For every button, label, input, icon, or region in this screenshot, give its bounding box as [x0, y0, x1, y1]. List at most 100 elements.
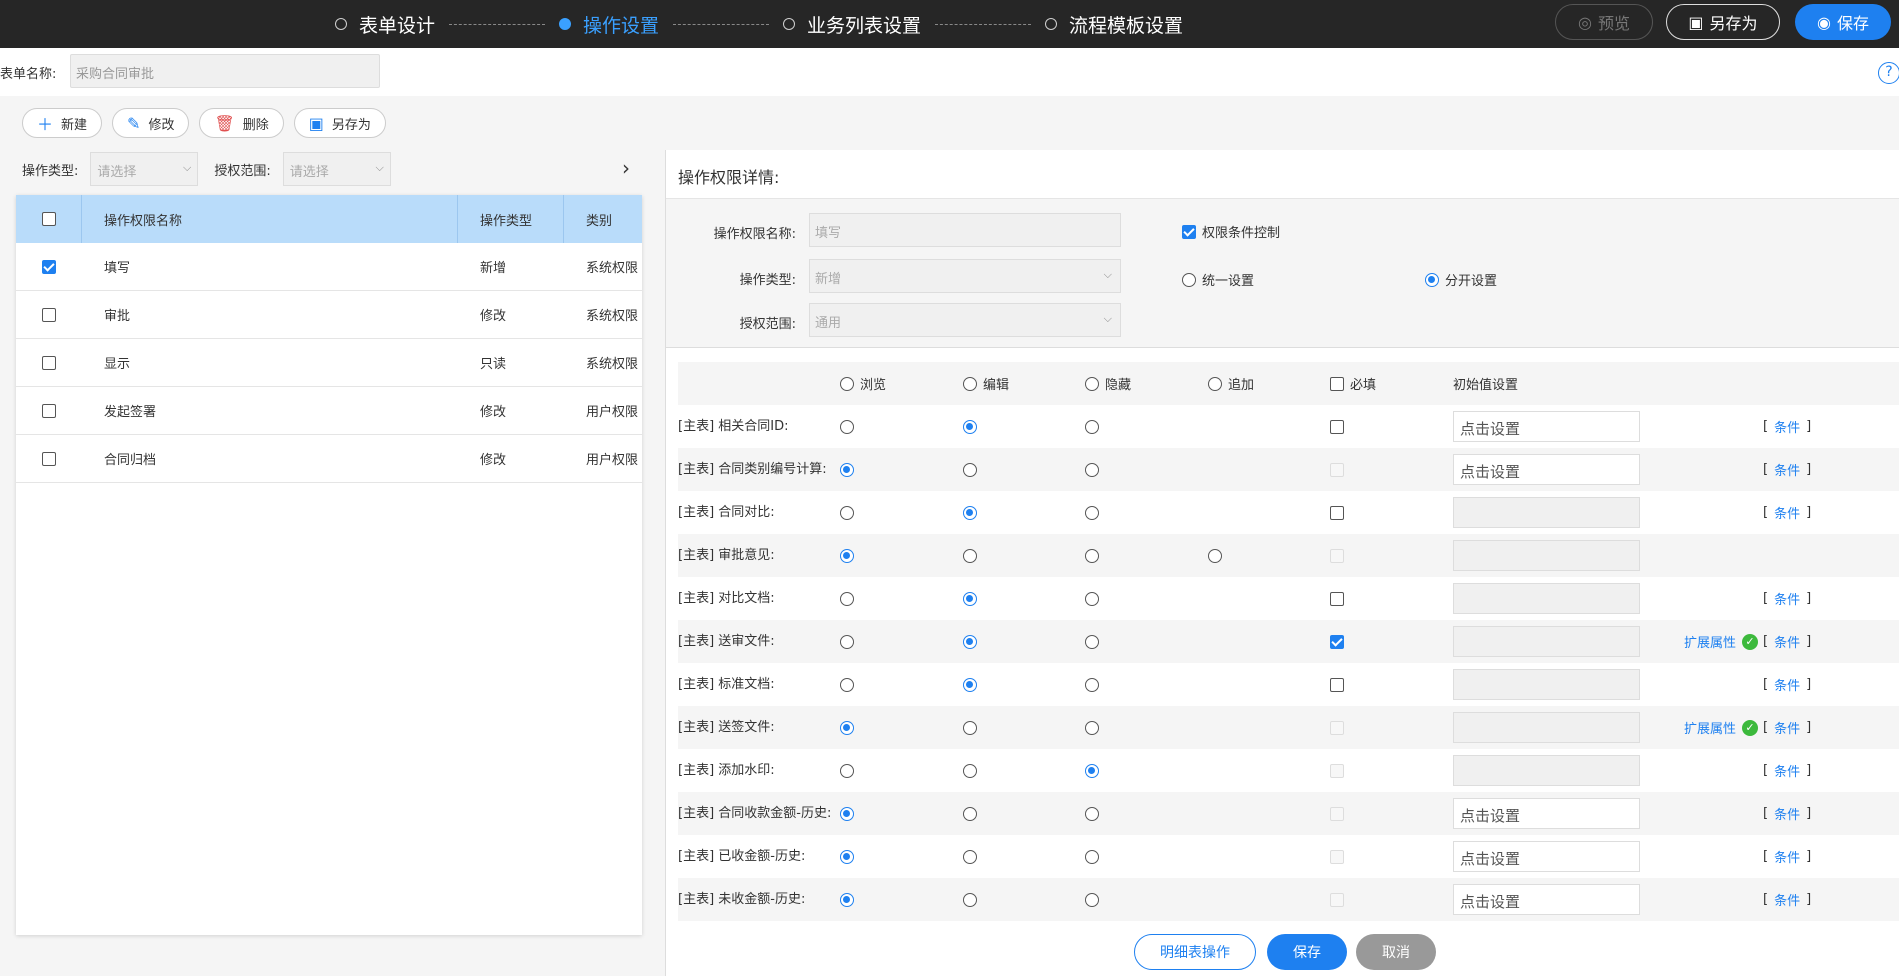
table-row[interactable]: 审批 修改 系统权限: [16, 291, 642, 339]
condition-link[interactable]: [条件]: [1763, 878, 1811, 921]
hide-radio[interactable]: [1085, 505, 1099, 520]
edit-radio[interactable]: [963, 677, 977, 692]
op-type-select[interactable]: 请选择 ⌵: [90, 152, 199, 186]
hide-radio[interactable]: [1085, 462, 1099, 477]
save-as-top-button[interactable]: ▣ 另存为: [1666, 4, 1780, 40]
new-button[interactable]: ＋ 新建: [22, 108, 103, 138]
hide-radio[interactable]: [1085, 677, 1099, 692]
hide-radio[interactable]: [1085, 419, 1099, 434]
edit-radio[interactable]: [963, 806, 977, 821]
save-as-button[interactable]: ▣ 另存为: [293, 108, 386, 138]
view-radio[interactable]: [840, 720, 854, 735]
delete-button[interactable]: 🗑 删除: [199, 108, 284, 138]
init-value-input[interactable]: [1453, 540, 1640, 571]
row-checkbox[interactable]: [42, 403, 56, 418]
view-radio[interactable]: [840, 505, 854, 520]
table-row[interactable]: 合同归档 修改 用户权限: [16, 435, 642, 483]
edit-radio[interactable]: [963, 548, 977, 563]
view-radio[interactable]: [840, 677, 854, 692]
unified-option[interactable]: 统一设置: [1182, 270, 1254, 289]
condition-link[interactable]: [条件]: [1763, 448, 1811, 491]
edit-radio[interactable]: [963, 849, 977, 864]
view-radio[interactable]: [840, 462, 854, 477]
init-value-input[interactable]: [1453, 755, 1640, 786]
header-view[interactable]: 浏览: [840, 362, 886, 405]
help-icon[interactable]: ?: [1878, 62, 1899, 84]
init-value-input[interactable]: [1453, 626, 1640, 657]
table-row[interactable]: 发起签署 修改 用户权限: [16, 387, 642, 435]
view-radio[interactable]: [840, 849, 854, 864]
edit-radio[interactable]: [963, 892, 977, 907]
init-value-input[interactable]: 点击设置: [1453, 454, 1640, 485]
required-checkbox[interactable]: [1330, 677, 1344, 692]
header-append[interactable]: 追加: [1208, 362, 1254, 405]
condition-link[interactable]: [条件]: [1763, 792, 1811, 835]
condition-link[interactable]: [条件]: [1763, 405, 1811, 448]
condition-link[interactable]: [条件]: [1763, 577, 1811, 620]
edit-radio[interactable]: [963, 591, 977, 606]
step-operation-settings[interactable]: 操作设置: [559, 11, 659, 38]
view-radio[interactable]: [840, 763, 854, 778]
scope-select[interactable]: 请选择 ⌵: [282, 152, 391, 186]
init-value-input[interactable]: [1453, 669, 1640, 700]
init-value-input[interactable]: 点击设置: [1453, 798, 1640, 829]
required-checkbox[interactable]: [1330, 505, 1344, 520]
condition-link[interactable]: [条件]: [1763, 620, 1811, 663]
header-required[interactable]: 必填: [1330, 362, 1376, 405]
condition-link[interactable]: [条件]: [1763, 706, 1811, 749]
init-value-input[interactable]: 点击设置: [1453, 411, 1640, 442]
preview-button[interactable]: ◎ 预览: [1555, 4, 1653, 40]
hide-radio[interactable]: [1085, 720, 1099, 735]
required-checkbox[interactable]: [1330, 591, 1344, 606]
edit-radio[interactable]: [963, 720, 977, 735]
append-radio[interactable]: [1208, 548, 1222, 563]
view-radio[interactable]: [840, 892, 854, 907]
view-radio[interactable]: [840, 548, 854, 563]
hide-radio[interactable]: [1085, 806, 1099, 821]
view-all-radio[interactable]: [840, 376, 854, 391]
edit-radio[interactable]: [963, 462, 977, 477]
ext-attr-link[interactable]: 扩展属性 ✓: [1684, 706, 1759, 749]
select-all-checkbox[interactable]: [41, 212, 56, 226]
hide-radio[interactable]: [1085, 849, 1099, 864]
detail-name-input[interactable]: 填写: [809, 213, 1121, 247]
condition-link[interactable]: [条件]: [1763, 835, 1811, 878]
detail-ops-button[interactable]: 明细表操作: [1134, 934, 1256, 970]
hide-radio[interactable]: [1085, 892, 1099, 907]
view-radio[interactable]: [840, 634, 854, 649]
required-all-checkbox[interactable]: [1330, 376, 1344, 391]
row-checkbox[interactable]: [42, 451, 56, 466]
edit-all-radio[interactable]: [963, 376, 977, 391]
hide-radio[interactable]: [1085, 634, 1099, 649]
table-row[interactable]: 填写 新增 系统权限: [16, 243, 642, 291]
hide-radio[interactable]: [1085, 548, 1099, 563]
header-hide[interactable]: 隐藏: [1085, 362, 1131, 405]
hide-radio[interactable]: [1085, 763, 1099, 778]
init-value-input[interactable]: [1453, 583, 1640, 614]
cancel-button[interactable]: 取消: [1356, 934, 1436, 970]
step-form-design[interactable]: 表单设计: [335, 11, 435, 38]
cond-control-option[interactable]: 权限条件控制: [1182, 222, 1280, 241]
init-value-input[interactable]: 点击设置: [1453, 841, 1640, 872]
row-checkbox[interactable]: [42, 259, 56, 274]
separate-radio[interactable]: [1425, 272, 1439, 287]
detail-scope-select[interactable]: 通用 ⌵: [809, 303, 1121, 337]
ext-attr-link[interactable]: 扩展属性 ✓: [1684, 620, 1759, 663]
step-flow-template[interactable]: 流程模板设置: [1045, 11, 1183, 38]
init-value-input[interactable]: [1453, 497, 1640, 528]
edit-radio[interactable]: [963, 505, 977, 520]
view-radio[interactable]: [840, 806, 854, 821]
separate-option[interactable]: 分开设置: [1425, 270, 1497, 289]
required-checkbox[interactable]: [1330, 634, 1344, 649]
cond-control-checkbox[interactable]: [1182, 224, 1196, 239]
edit-radio[interactable]: [963, 634, 977, 649]
required-checkbox[interactable]: [1330, 419, 1344, 434]
edit-radio[interactable]: [963, 419, 977, 434]
view-radio[interactable]: [840, 419, 854, 434]
init-value-input[interactable]: [1453, 712, 1640, 743]
init-value-input[interactable]: 点击设置: [1453, 884, 1640, 915]
condition-link[interactable]: [条件]: [1763, 491, 1811, 534]
append-all-radio[interactable]: [1208, 376, 1222, 391]
table-row[interactable]: 显示 只读 系统权限: [16, 339, 642, 387]
chevron-right-icon[interactable]: ›: [622, 156, 630, 180]
